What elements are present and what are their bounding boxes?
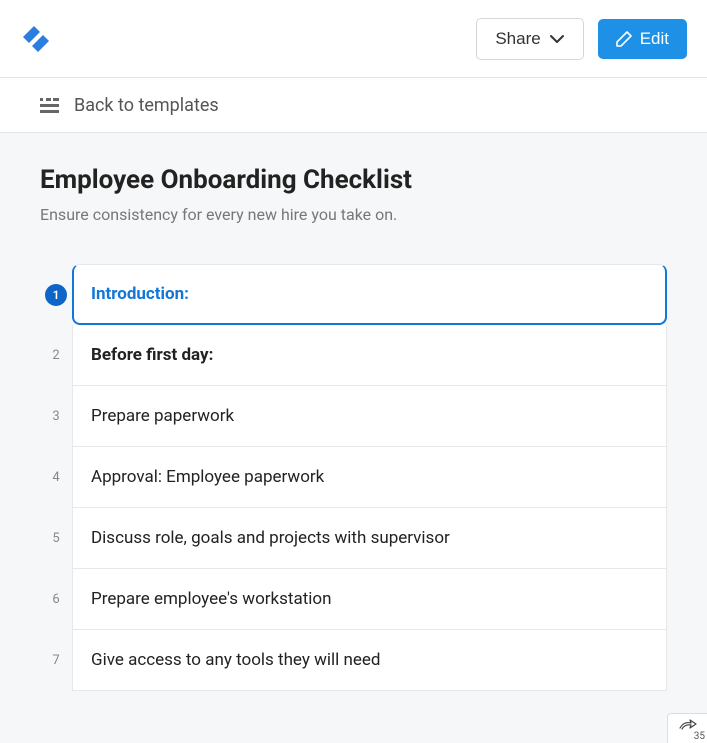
step-number: 5: [52, 531, 59, 546]
steps-list: 1Introduction: 2 Before first day: 3 Prepare…: [40, 264, 667, 691]
step-row: 5 Discuss role, goals and projects with s…: [40, 508, 667, 569]
step-number-col: 2: [40, 325, 72, 386]
step-number-col: 1: [40, 264, 72, 325]
step-card[interactable]: Prepare paperwork: [72, 386, 667, 447]
step-number: 2: [52, 348, 59, 363]
topbar: Share Edit: [0, 0, 707, 78]
app-logo-icon: [20, 23, 52, 55]
step-card[interactable]: Discuss role, goals and projects with su…: [72, 508, 667, 569]
backbar: Back to templates: [0, 78, 707, 133]
share-count: 35: [694, 731, 707, 742]
page-subtitle: Ensure consistency for every new hire yo…: [40, 205, 667, 224]
page-title: Employee Onboarding Checklist: [40, 165, 667, 195]
share-arrow-icon: [678, 719, 698, 731]
step-number-col: 7: [40, 630, 72, 691]
content-scroll[interactable]: Employee Onboarding Checklist Ensure con…: [0, 133, 707, 743]
step-number-col: 5: [40, 508, 72, 569]
step-card[interactable]: Before first day:: [72, 325, 667, 386]
step-card[interactable]: Approval: Employee paperwork: [72, 447, 667, 508]
edit-button-label: Edit: [640, 29, 669, 49]
step-number-col: 3: [40, 386, 72, 447]
step-row: 7 Give access to any tools they will need: [40, 630, 667, 691]
step-row: 4 Approval: Employee paperwork: [40, 447, 667, 508]
share-corner[interactable]: 35: [667, 713, 707, 743]
step-number: 7: [52, 653, 59, 668]
step-number-col: 4: [40, 447, 72, 508]
pencil-icon: [616, 31, 632, 47]
step-row: 6 Prepare employee's workstation: [40, 569, 667, 630]
chevron-down-icon: [549, 34, 565, 44]
step-number: 6: [52, 592, 59, 607]
back-to-templates-link[interactable]: Back to templates: [74, 95, 219, 116]
step-number: 4: [52, 470, 59, 485]
step-card[interactable]: Introduction:: [72, 264, 667, 325]
share-button[interactable]: Share: [476, 18, 583, 60]
step-card[interactable]: Prepare employee's workstation: [72, 569, 667, 630]
step-row: 1Introduction:: [40, 264, 667, 325]
step-number-badge: 1: [45, 284, 67, 306]
step-number: 3: [52, 409, 59, 424]
step-row: 2 Before first day:: [40, 325, 667, 386]
edit-button[interactable]: Edit: [598, 19, 687, 59]
share-button-label: Share: [495, 29, 540, 49]
template-list-icon: [40, 96, 60, 114]
step-card[interactable]: Give access to any tools they will need: [72, 630, 667, 691]
content-inner: Employee Onboarding Checklist Ensure con…: [0, 133, 707, 743]
topbar-actions: Share Edit: [476, 18, 687, 60]
step-number-col: 6: [40, 569, 72, 630]
step-row: 3 Prepare paperwork: [40, 386, 667, 447]
